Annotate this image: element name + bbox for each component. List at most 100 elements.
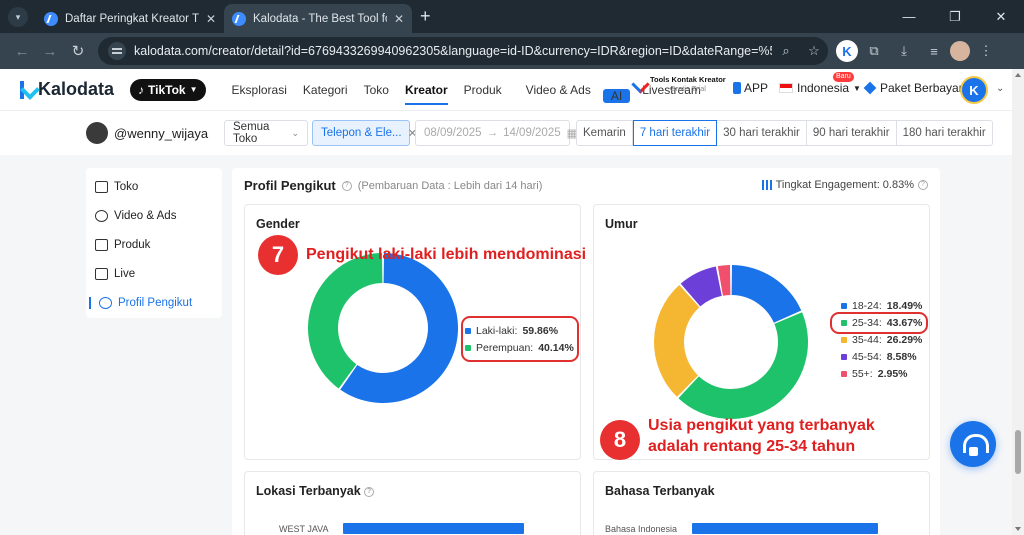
- slice-35-44[interactable]: [654, 285, 700, 397]
- restore-icon[interactable]: ❐: [932, 9, 978, 25]
- range-90-days[interactable]: 90 hari terakhir: [807, 121, 897, 145]
- download-icon[interactable]: ⤓: [890, 39, 918, 63]
- kalodata-extension-icon[interactable]: K: [836, 40, 858, 62]
- sidebar-item-profil-pengikut[interactable]: Profil Pengikut: [86, 288, 222, 317]
- language-selector[interactable]: Indonesia ▼: [779, 81, 861, 95]
- slice-25-34[interactable]: [678, 312, 808, 419]
- tools-icon: [632, 77, 646, 91]
- scroll-up-icon[interactable]: [1015, 73, 1021, 77]
- range-kemarin[interactable]: Kemarin: [577, 121, 633, 145]
- annotation-text: Pengikut laki-laki lebih mendominasi: [306, 246, 587, 263]
- nav-video-ads[interactable]: Video & Ads AI: [510, 69, 635, 111]
- help-icon[interactable]: ?: [364, 486, 375, 497]
- tab-title: Kalodata - The Best Tool for TikTok: [253, 12, 387, 25]
- sidebar-item-live[interactable]: Live: [86, 259, 222, 288]
- sidebar-item-toko[interactable]: Toko: [86, 172, 222, 201]
- annotation-text: Usia pengikut yang terbanyak adalah renta…: [648, 417, 875, 455]
- annotation-7: 7 Pengikut laki-laki lebih mendominasi: [258, 235, 586, 275]
- bookmark-star-icon[interactable]: ☆: [800, 43, 828, 59]
- close-tab-icon[interactable]: ✕: [394, 12, 404, 26]
- kalodata-logo[interactable]: Kalodata: [20, 79, 114, 100]
- location-card: Lokasi Terbanyak ? WEST JAVA: [244, 471, 581, 535]
- sidebar-item-video-ads[interactable]: Video & Ads: [86, 201, 222, 230]
- nav-eksplorasi[interactable]: Eksplorasi: [224, 69, 295, 111]
- sidebar-item-produk[interactable]: Produk: [86, 230, 222, 259]
- location-title: Lokasi Terbanyak ?: [256, 484, 375, 498]
- paid-plan-button[interactable]: Paket Berbayar: [863, 81, 963, 95]
- panel-title: Profil Pengikut: [244, 178, 336, 193]
- follower-icon: [99, 296, 112, 309]
- nav-kreator[interactable]: Kreator: [397, 69, 456, 111]
- kalodata-favicon: [44, 11, 58, 26]
- language-card: Bahasa Terbanyak Bahasa Indonesia: [593, 471, 930, 535]
- phone-icon: [733, 82, 741, 94]
- minimize-icon[interactable]: —: [886, 9, 932, 24]
- forward-icon[interactable]: →: [36, 43, 64, 60]
- tab-search-icon[interactable]: ▾: [8, 7, 28, 27]
- legend-45-54: 45-54: 8.58%: [841, 348, 922, 365]
- legend-swatch: [841, 353, 847, 360]
- ai-badge: AI: [602, 88, 631, 103]
- chevron-down-icon[interactable]: ⌄: [996, 83, 1004, 94]
- page-content: Toko Video & Ads Produk Live Profil Peng…: [0, 155, 1012, 535]
- browser-tab-1[interactable]: Daftar Peringkat Kreator TikTok ✕: [36, 4, 224, 33]
- language-title: Bahasa Terbanyak: [605, 484, 715, 498]
- language-label: Bahasa Indonesia: [605, 524, 678, 534]
- extensions-puzzle-icon[interactable]: ⧉: [860, 39, 888, 63]
- new-tab-button[interactable]: +: [420, 6, 431, 27]
- chevron-down-icon: ▼: [853, 83, 861, 93]
- user-avatar[interactable]: K: [960, 76, 988, 104]
- follower-profile-panel: Profil Pengikut ? (Pembaruan Data : Lebi…: [232, 168, 940, 535]
- box-icon: [95, 238, 108, 251]
- category-filter[interactable]: Telepon & Ele... ✕: [312, 120, 417, 146]
- browser-toolbar: ← → ↻ kalodata.com/creator/detail?id=676…: [0, 33, 1024, 69]
- range-30-days[interactable]: 30 hari terakhir: [717, 121, 807, 145]
- profile-avatar[interactable]: [950, 41, 970, 61]
- platform-selector[interactable]: ♪ TikTok ▼: [130, 78, 206, 101]
- url-text: kalodata.com/creator/detail?id=676943326…: [134, 44, 772, 58]
- kalodata-logo-icon: [20, 80, 34, 99]
- scroll-down-icon[interactable]: [1015, 527, 1021, 531]
- legend-swatch: [841, 336, 847, 343]
- location-bar: [343, 523, 524, 534]
- close-tab-icon[interactable]: ✕: [206, 12, 216, 26]
- browser-menu-icon[interactable]: ⋮: [972, 39, 1000, 63]
- annotation-8: 8 Usia pengikut yang terbanyak adalah ren…: [600, 415, 875, 460]
- kalodata-favicon: [232, 11, 246, 26]
- chevron-down-icon: ⌄: [291, 127, 299, 138]
- media-control-icon[interactable]: ≡: [920, 39, 948, 63]
- nav-toko[interactable]: Toko: [356, 69, 397, 111]
- camera-icon: [95, 267, 108, 280]
- tools-kontak-kreator[interactable]: Tools Kontak Kreator Gratis Trial: [632, 75, 726, 93]
- quick-range-selector: Kemarin 7 hari terakhir 30 hari terakhir…: [576, 120, 993, 146]
- location-label: WEST JAVA: [279, 524, 329, 534]
- filter-bar: @wenny_wijaya Semua Toko ⌄ Telepon & Ele…: [0, 111, 1012, 155]
- date-range-picker[interactable]: 08/09/2025 → 14/09/2025 ▦: [415, 120, 578, 146]
- legend-55-plus: 55+: 2.95%: [841, 365, 922, 382]
- highlight-box: [830, 312, 928, 334]
- scrollbar-thumb[interactable]: [1015, 430, 1021, 474]
- help-icon[interactable]: ?: [341, 180, 352, 191]
- page-scrollbar[interactable]: [1012, 69, 1024, 535]
- reload-icon[interactable]: ↻: [64, 42, 92, 60]
- store-select[interactable]: Semua Toko ⌄: [224, 120, 308, 146]
- language-bar-row: Bahasa Indonesia: [594, 523, 931, 535]
- update-note: (Pembaruan Data : Lebih dari 14 hari): [357, 179, 543, 192]
- nav-kategori[interactable]: Kategori: [295, 69, 356, 111]
- back-icon[interactable]: ←: [8, 43, 36, 60]
- help-icon[interactable]: ?: [918, 180, 928, 190]
- address-bar[interactable]: kalodata.com/creator/detail?id=676943326…: [98, 37, 828, 65]
- range-180-days[interactable]: 180 hari terakhir: [897, 121, 992, 145]
- annotation-number: 7: [258, 235, 298, 275]
- nav-produk[interactable]: Produk: [456, 69, 510, 111]
- slice-18-24[interactable]: [731, 265, 802, 323]
- zoom-icon[interactable]: ⌕: [772, 43, 800, 59]
- site-info-icon[interactable]: [108, 42, 126, 60]
- range-7-days[interactable]: 7 hari terakhir: [632, 120, 718, 146]
- legend-swatch: [841, 302, 847, 309]
- browser-tab-2[interactable]: Kalodata - The Best Tool for TikTok ✕: [224, 4, 412, 33]
- app-download-button[interactable]: APP: [733, 81, 768, 95]
- close-window-icon[interactable]: ✕: [978, 9, 1024, 25]
- customer-support-button[interactable]: [950, 421, 996, 467]
- play-icon: [95, 209, 108, 222]
